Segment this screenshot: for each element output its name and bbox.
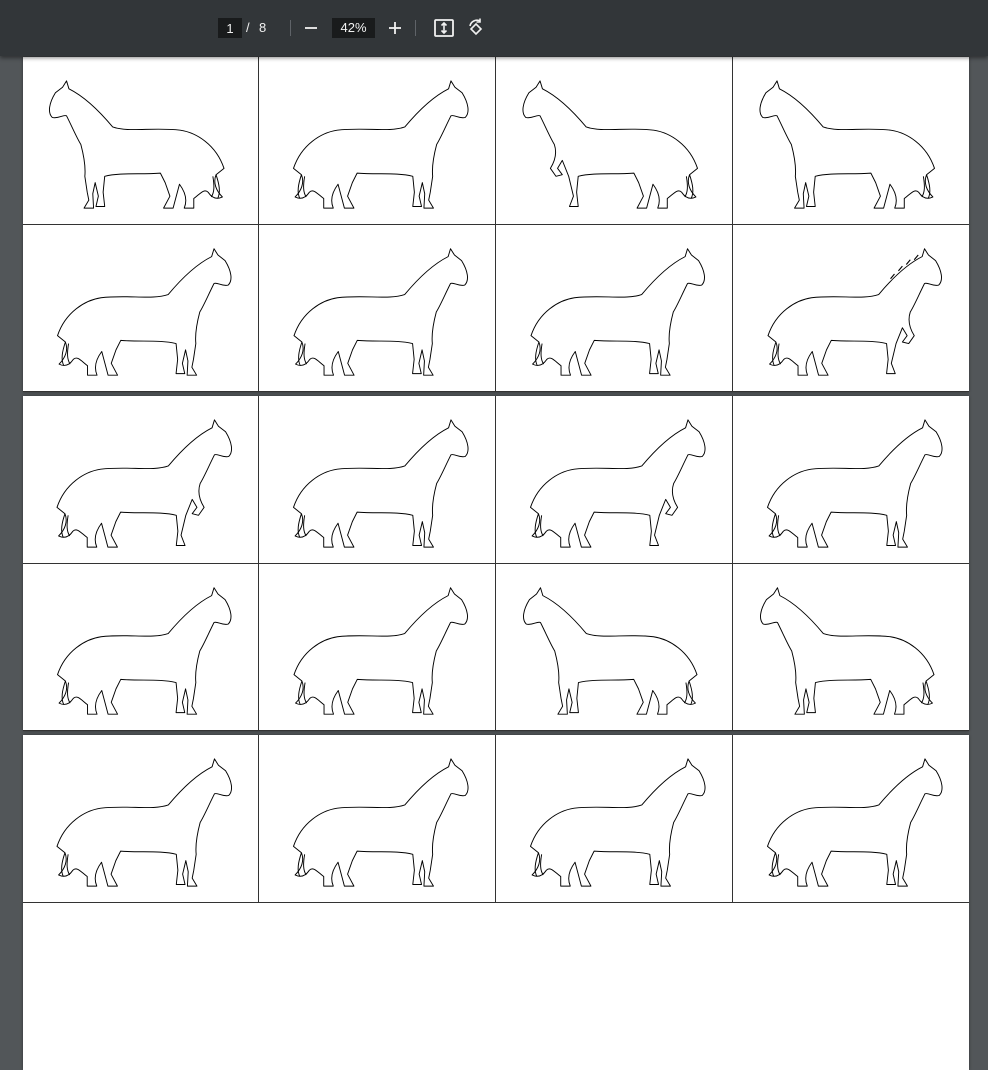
horse-outline-image	[530, 419, 706, 548]
horse-cell	[259, 225, 496, 392]
horse-outline-image	[293, 80, 469, 209]
rotate-button[interactable]	[464, 16, 488, 40]
horse-cell	[496, 57, 733, 225]
horse-cell	[23, 57, 259, 225]
horse-cell	[259, 396, 496, 564]
fit-to-page-button[interactable]	[432, 16, 456, 40]
horse-outline-image	[56, 758, 233, 887]
horse-outline-image	[48, 80, 225, 209]
pdf-toolbar: / 8 42%	[0, 0, 988, 56]
horse-cell	[496, 735, 733, 903]
zoom-in-button[interactable]	[383, 16, 407, 40]
toolbar-divider	[415, 20, 416, 36]
horse-cell	[733, 564, 969, 731]
zoom-out-button[interactable]	[299, 16, 323, 40]
horse-cell	[733, 57, 969, 225]
horse-outline-image	[57, 587, 232, 715]
horse-cell	[733, 225, 969, 392]
horse-outline-image	[759, 80, 935, 209]
horse-cell	[259, 57, 496, 225]
fit-to-page-icon	[434, 19, 454, 37]
horse-cell	[733, 396, 969, 564]
horse-outline-image	[530, 758, 706, 887]
horse-outline-image	[767, 248, 942, 376]
horse-cell	[23, 396, 259, 564]
horse-outline-image	[293, 419, 469, 548]
toolbar-divider	[290, 20, 291, 36]
horse-outline-image	[293, 758, 469, 887]
horse-cell	[496, 564, 733, 731]
horse-outline-image	[293, 248, 468, 376]
horse-outline-image	[760, 587, 935, 715]
horse-outline-image	[56, 419, 233, 548]
horse-cell	[259, 564, 496, 731]
horse-cell	[733, 735, 969, 903]
horse-cell	[496, 396, 733, 564]
horse-outline-image	[57, 248, 232, 376]
page-separator: /	[246, 20, 250, 35]
horse-outline-image	[767, 419, 943, 548]
pdf-page	[23, 57, 969, 392]
pdf-page	[23, 735, 969, 1070]
horse-cell	[23, 564, 259, 731]
plus-icon	[389, 22, 401, 34]
rotate-icon	[469, 18, 483, 36]
horse-cell	[496, 225, 733, 392]
horse-outline-image	[522, 80, 698, 209]
horse-outline-image	[767, 758, 943, 887]
horse-cell	[23, 225, 259, 392]
minus-icon	[305, 27, 317, 29]
zoom-level-field[interactable]: 42%	[332, 18, 375, 38]
page-total: 8	[259, 20, 267, 35]
page-number-input[interactable]	[218, 18, 242, 38]
horse-outline-image	[293, 587, 468, 715]
pdf-page	[23, 396, 969, 731]
horse-outline-image	[530, 248, 705, 376]
horse-outline-image	[523, 587, 698, 715]
horse-cell	[259, 735, 496, 903]
horse-cell	[23, 735, 259, 903]
